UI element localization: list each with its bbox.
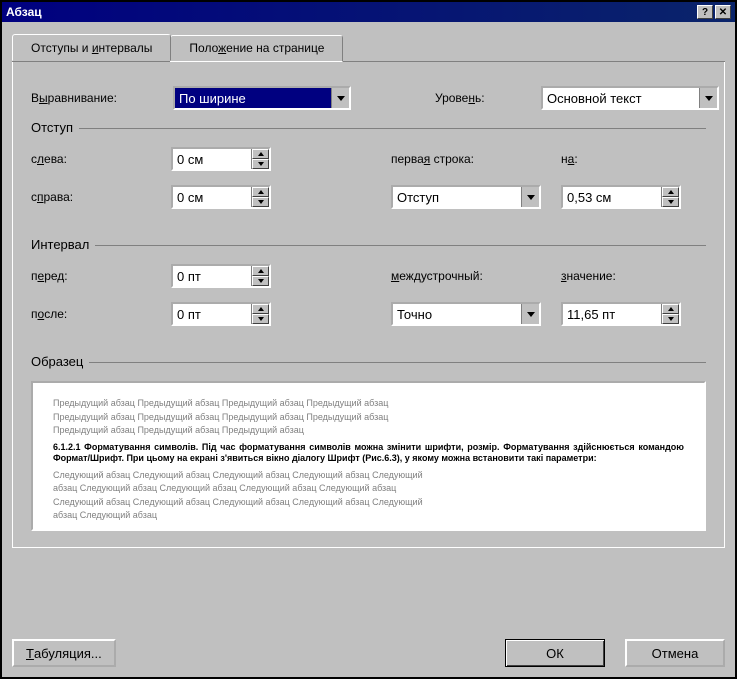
at-up[interactable] bbox=[662, 304, 679, 314]
window-title: Абзац bbox=[6, 5, 697, 19]
tab-page-position[interactable]: Положение на странице bbox=[170, 35, 343, 62]
preview-prev-line: Предыдущий абзац Предыдущий абзац Предыд… bbox=[53, 411, 684, 425]
indent-right-up[interactable] bbox=[252, 187, 269, 197]
firstline-dropdown-button[interactable] bbox=[521, 187, 539, 207]
alignment-value: По ширине bbox=[175, 88, 331, 108]
chevron-up-icon bbox=[258, 269, 264, 273]
spacing-before-value: 0 пт bbox=[173, 266, 251, 286]
indent-right-value: 0 см bbox=[173, 187, 251, 207]
chevron-up-icon bbox=[668, 190, 674, 194]
spacing-before-up[interactable] bbox=[252, 266, 269, 276]
alignment-label: Выравнивание: bbox=[31, 91, 167, 105]
indent-right-label: справа: bbox=[31, 190, 161, 204]
firstline-combo[interactable]: Отступ bbox=[391, 185, 541, 209]
chevron-down-icon bbox=[258, 317, 264, 321]
indent-right-down[interactable] bbox=[252, 197, 269, 207]
chevron-up-icon bbox=[258, 152, 264, 156]
spacing-before-label: перед: bbox=[31, 269, 161, 283]
spacing-after-value: 0 пт bbox=[173, 304, 251, 324]
spacing-legend: Интервал bbox=[29, 237, 95, 252]
chevron-down-icon bbox=[705, 96, 713, 101]
at-spinner[interactable]: 11,65 пт bbox=[561, 302, 681, 326]
spacing-after-label: после: bbox=[31, 307, 161, 321]
spacing-after-spinner[interactable]: 0 пт bbox=[171, 302, 271, 326]
at-value: 11,65 пт bbox=[563, 304, 661, 324]
chevron-down-icon bbox=[337, 96, 345, 101]
indent-left-label: слева: bbox=[31, 152, 161, 166]
spacing-before-down[interactable] bbox=[252, 276, 269, 286]
chevron-down-icon bbox=[527, 312, 535, 317]
line-spacing-dropdown-button[interactable] bbox=[521, 304, 539, 324]
spacing-group: Интервал перед: 0 пт междустрочны bbox=[31, 245, 706, 326]
by-up[interactable] bbox=[662, 187, 679, 197]
chevron-down-icon bbox=[668, 200, 674, 204]
preview-group: Образец Предыдущий абзац Предыдущий абза… bbox=[31, 362, 706, 531]
tab-panel: Выравнивание: По ширине Уровень: Основно… bbox=[12, 62, 725, 548]
tab-strip: Отступы и интервалы Положение на страниц… bbox=[12, 34, 725, 62]
chevron-down-icon bbox=[668, 317, 674, 321]
firstline-value: Отступ bbox=[393, 187, 521, 207]
chevron-down-icon bbox=[258, 162, 264, 166]
chevron-down-icon bbox=[527, 195, 535, 200]
level-value: Основной текст bbox=[543, 88, 699, 108]
button-bar: Табуляция... ОК Отмена bbox=[12, 639, 725, 667]
preview-prev-line: Предыдущий абзац Предыдущий абзац Предыд… bbox=[53, 397, 684, 411]
by-value: 0,53 см bbox=[563, 187, 661, 207]
level-dropdown-button[interactable] bbox=[699, 88, 717, 108]
level-combo[interactable]: Основной текст bbox=[541, 86, 719, 110]
alignment-combo[interactable]: По ширине bbox=[173, 86, 351, 110]
spacing-before-spinner[interactable]: 0 пт bbox=[171, 264, 271, 288]
indent-left-spinner[interactable]: 0 см bbox=[171, 147, 271, 171]
firstline-label: первая строка: bbox=[391, 152, 551, 166]
preview-next-line: абзац Следующий абзац Следующий абзац Сл… bbox=[53, 482, 684, 496]
preview-next-line: абзац Следующий абзац bbox=[53, 509, 684, 523]
spacing-after-up[interactable] bbox=[252, 304, 269, 314]
indent-left-value: 0 см bbox=[173, 149, 251, 169]
spacing-after-down[interactable] bbox=[252, 314, 269, 324]
at-label: значение: bbox=[561, 269, 691, 283]
preview-main-paragraph: 6.1.2.1 Форматування символів. Під час ф… bbox=[53, 442, 684, 465]
cancel-button[interactable]: Отмена bbox=[625, 639, 725, 667]
tabs-button[interactable]: Табуляция... bbox=[12, 639, 116, 667]
by-down[interactable] bbox=[662, 197, 679, 207]
chevron-down-icon bbox=[258, 279, 264, 283]
close-button[interactable]: ✕ bbox=[715, 5, 731, 19]
chevron-up-icon bbox=[668, 307, 674, 311]
preview-next-line: Следующий абзац Следующий абзац Следующи… bbox=[53, 496, 684, 510]
indent-legend: Отступ bbox=[29, 120, 79, 135]
by-spinner[interactable]: 0,53 см bbox=[561, 185, 681, 209]
level-label: Уровень: bbox=[435, 91, 535, 105]
preview-prev-line: Предыдущий абзац Предыдущий абзац Предыд… bbox=[53, 424, 684, 438]
help-button[interactable]: ? bbox=[697, 5, 713, 19]
chevron-up-icon bbox=[258, 190, 264, 194]
indent-left-up[interactable] bbox=[252, 149, 269, 159]
title-bar[interactable]: Абзац ? ✕ bbox=[2, 2, 735, 22]
line-spacing-label: междустрочный: bbox=[391, 269, 551, 283]
chevron-down-icon bbox=[258, 200, 264, 204]
line-spacing-combo[interactable]: Точно bbox=[391, 302, 541, 326]
chevron-up-icon bbox=[258, 307, 264, 311]
preview-legend: Образец bbox=[29, 354, 89, 369]
line-spacing-value: Точно bbox=[393, 304, 521, 324]
paragraph-dialog: Абзац ? ✕ Отступы и интервалы Положение … bbox=[0, 0, 737, 679]
alignment-dropdown-button[interactable] bbox=[331, 88, 349, 108]
ok-button[interactable]: ОК bbox=[505, 639, 605, 667]
indent-right-spinner[interactable]: 0 см bbox=[171, 185, 271, 209]
at-down[interactable] bbox=[662, 314, 679, 324]
indent-group: Отступ слева: 0 см первая строка: bbox=[31, 128, 706, 209]
by-label: на: bbox=[561, 152, 691, 166]
preview-box: Предыдущий абзац Предыдущий абзац Предыд… bbox=[31, 381, 706, 531]
tab-indents-spacing[interactable]: Отступы и интервалы bbox=[12, 34, 171, 61]
preview-next-line: Следующий абзац Следующий абзац Следующи… bbox=[53, 469, 684, 483]
indent-left-down[interactable] bbox=[252, 159, 269, 169]
